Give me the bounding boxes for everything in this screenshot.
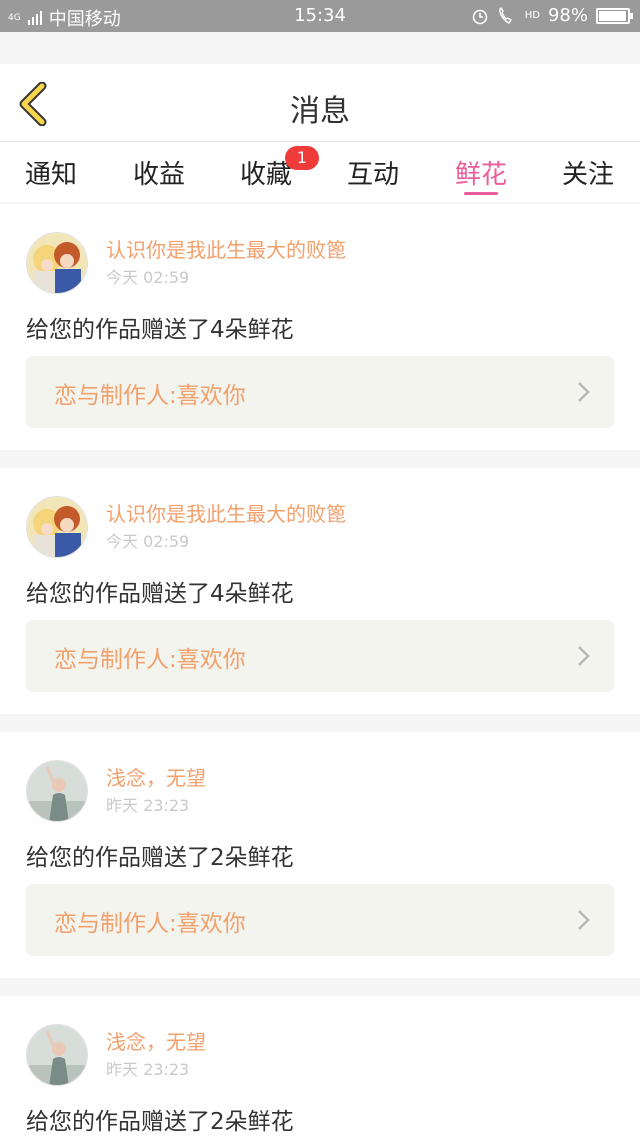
chevron-right-icon	[578, 910, 590, 930]
work-title: 恋与制作人:喜欢你	[54, 911, 246, 937]
message-time: 昨天 23:23	[106, 796, 190, 815]
message-card: 浅念，无望 昨天 23:23 给您的作品赠送了2朵鲜花 恋与制作人:喜欢你	[0, 732, 640, 978]
message-text: 给您的作品赠送了4朵鲜花	[26, 581, 294, 607]
tab-flowers[interactable]: 鲜花	[436, 154, 526, 191]
chevron-right-icon	[578, 646, 590, 666]
tab-label: 收益	[132, 160, 185, 190]
avatar[interactable]	[26, 760, 88, 822]
avatar[interactable]	[26, 232, 88, 294]
tab-label: 鲜花	[454, 160, 507, 190]
battery-icon	[596, 7, 633, 24]
message-card: 认识你是我此生最大的败篦 今天 02:59 给您的作品赠送了4朵鲜花 恋与制作人…	[0, 468, 640, 714]
page-title: 消息	[290, 94, 350, 129]
tab-label: 收藏	[239, 160, 292, 190]
favorites-badge: 1	[285, 146, 319, 170]
message-card: 浅念，无望 昨天 23:23 给您的作品赠送了2朵鲜花	[0, 996, 640, 1138]
active-tab-indicator	[464, 192, 498, 195]
sender-name[interactable]: 认识你是我此生最大的败篦	[106, 234, 346, 263]
avatar[interactable]	[26, 496, 88, 558]
work-title: 恋与制作人:喜欢你	[54, 647, 246, 673]
tab-bar: 通知 收益 收藏 1 互动 鲜花 关注	[0, 142, 640, 202]
navigation-header: 消息	[0, 64, 640, 142]
message-time: 今天 02:59	[106, 268, 190, 287]
sender-name[interactable]: 浅念，无望	[106, 1026, 206, 1055]
tab-label: 互动	[346, 160, 399, 190]
hd-label: HD	[524, 10, 540, 21]
tab-earnings[interactable]: 收益	[114, 154, 204, 191]
tab-favorites[interactable]: 收藏 1	[221, 146, 319, 191]
alarm-icon	[472, 9, 488, 24]
sender-name[interactable]: 认识你是我此生最大的败篦	[106, 498, 346, 527]
message-card: 认识你是我此生最大的败篦 今天 02:59 给您的作品赠送了4朵鲜花 恋与制作人…	[0, 204, 640, 450]
message-time: 今天 02:59	[106, 532, 190, 551]
call-hd-icon	[498, 6, 512, 24]
tab-following[interactable]: 关注	[543, 154, 633, 191]
girl-photo-avatar-icon	[27, 1025, 87, 1085]
chevron-right-icon	[578, 382, 590, 402]
tab-interactions[interactable]: 互动	[328, 154, 418, 191]
work-title: 恋与制作人:喜欢你	[54, 383, 246, 409]
tab-notifications[interactable]: 通知	[6, 154, 96, 191]
tab-label: 关注	[561, 160, 614, 190]
avatar[interactable]	[26, 1024, 88, 1086]
message-text: 给您的作品赠送了2朵鲜花	[26, 1109, 294, 1135]
anime-couple-avatar-icon	[27, 233, 87, 293]
message-time: 昨天 23:23	[106, 1060, 190, 1079]
message-text: 给您的作品赠送了2朵鲜花	[26, 845, 294, 871]
status-bar: 4G 中国移动 15:34 HD 98%	[0, 0, 640, 32]
work-link[interactable]: 恋与制作人:喜欢你	[26, 356, 614, 428]
work-link[interactable]: 恋与制作人:喜欢你	[26, 620, 614, 692]
work-link[interactable]: 恋与制作人:喜欢你	[26, 884, 614, 956]
battery-percent: 98%	[547, 5, 588, 26]
sender-name[interactable]: 浅念，无望	[106, 762, 206, 791]
message-text: 给您的作品赠送了4朵鲜花	[26, 317, 294, 343]
tab-label: 通知	[24, 160, 77, 190]
spacer	[0, 32, 640, 64]
anime-couple-avatar-icon	[27, 497, 87, 557]
girl-photo-avatar-icon	[27, 761, 87, 821]
